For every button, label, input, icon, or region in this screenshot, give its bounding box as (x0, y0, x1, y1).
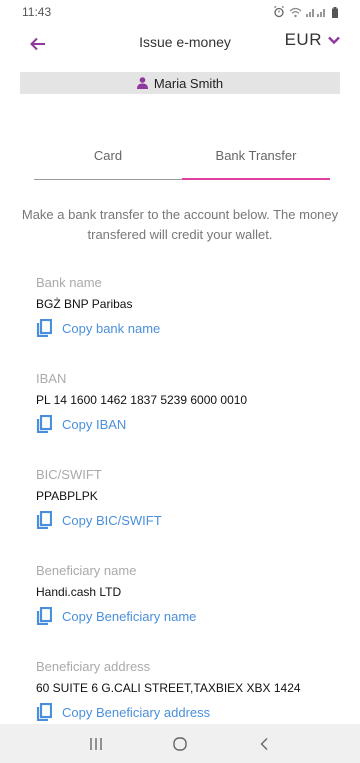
field-label: Beneficiary name (36, 563, 137, 578)
field-value: Handi.cash LTD (36, 585, 122, 599)
copy-beneficiary-name-button[interactable]: Copy Beneficiary name (36, 606, 336, 626)
copy-icon (36, 703, 52, 721)
currency-value: EUR (284, 30, 322, 49)
chevron-down-icon (328, 36, 340, 44)
back-icon (260, 738, 268, 750)
user-name: Maria Smith (153, 75, 224, 91)
alarm-icon (274, 6, 284, 18)
copy-bank-name-button[interactable]: Copy bank name (36, 318, 336, 338)
field-value: PPABPLPK (36, 489, 98, 503)
wifi-icon (289, 7, 302, 17)
copy-bic-swift-button[interactable]: Copy BIC/SWIFT (36, 510, 336, 530)
nav-home-button[interactable] (168, 732, 192, 756)
copy-icon (36, 607, 52, 625)
home-icon (173, 737, 187, 751)
field-beneficiary-address: Beneficiary address 60 SUITE 6 G.CALI ST… (36, 658, 336, 722)
person-icon (136, 77, 148, 89)
nav-recents-button[interactable] (84, 732, 108, 756)
nav-back-button[interactable] (252, 732, 276, 756)
copy-beneficiary-address-button[interactable]: Copy Beneficiary address (36, 702, 336, 722)
status-bar: 11:43 (0, 0, 360, 24)
field-label: IBAN (36, 371, 67, 386)
field-value: PL 14 1600 1462 1837 5239 6000 0010 (36, 393, 248, 407)
battery-icon (332, 6, 338, 18)
copy-iban-button[interactable]: Copy IBAN (36, 414, 336, 434)
field-value: BGŻ BNP Paribas (36, 297, 133, 311)
tab-card[interactable]: Card (34, 140, 182, 180)
back-button[interactable] (26, 32, 50, 56)
currency-selector[interactable]: EUR (285, 30, 340, 50)
system-nav-bar (0, 724, 360, 763)
app-bar: Issue e-money EUR (0, 24, 360, 64)
arrow-left-icon (30, 37, 45, 51)
tab-bar: Card Bank Transfer (34, 140, 330, 180)
field-bic-swift: BIC/SWIFT PPABPLPK Copy BIC/SWIFT (36, 466, 336, 530)
field-beneficiary-name: Beneficiary name Handi.cash LTD Copy Ben… (36, 562, 336, 626)
copy-label: Copy BIC/SWIFT (62, 512, 162, 528)
copy-label: Copy Beneficiary name (62, 608, 197, 624)
field-label: Beneficiary address (36, 659, 151, 674)
field-iban: IBAN PL 14 1600 1462 1837 5239 6000 0010… (36, 370, 336, 434)
tab-bank-transfer[interactable]: Bank Transfer (182, 140, 330, 180)
status-time: 11:43 (22, 5, 52, 19)
copy-icon (36, 415, 52, 433)
field-label: Bank name (36, 275, 102, 290)
copy-icon (36, 319, 52, 337)
transfer-instructions: Make a bank transfer to the account belo… (21, 207, 339, 242)
page-title: Issue e-money (139, 34, 231, 50)
copy-label: Copy bank name (62, 320, 161, 336)
field-value: 60 SUITE 6 G.CALI STREET,TAXBIEX XBX 142… (36, 681, 301, 695)
copy-label: Copy IBAN (62, 416, 127, 432)
field-bank-name: Bank name BGŻ BNP Paribas Copy bank name (36, 274, 336, 338)
field-label: BIC/SWIFT (36, 467, 102, 482)
signal-icon (306, 9, 325, 17)
recents-icon (90, 738, 102, 750)
status-icons (273, 6, 338, 18)
copy-icon (36, 511, 52, 529)
copy-label: Copy Beneficiary address (62, 704, 211, 720)
user-bar: Maria Smith (20, 72, 340, 94)
